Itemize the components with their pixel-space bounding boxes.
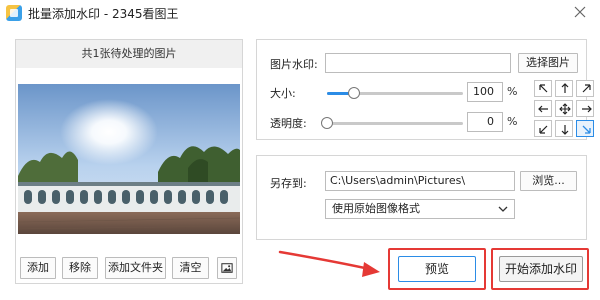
opacity-label: 透明度: [270, 117, 307, 130]
image-list-panel: 共1张待处理的图片 添加 移除 添加文件夹 清空 [15, 39, 243, 284]
chevron-down-icon [498, 206, 508, 212]
position-grid [534, 80, 598, 138]
image-list-toolbar: 添加 移除 添加文件夹 清空 [18, 257, 240, 279]
size-slider-handle[interactable] [348, 87, 361, 99]
remove-button[interactable]: 移除 [62, 257, 98, 279]
format-select[interactable]: 使用原始图像格式 [325, 199, 515, 219]
add-button[interactable]: 添加 [20, 257, 56, 279]
opacity-unit: % [507, 115, 518, 128]
add-folder-button[interactable]: 添加文件夹 [105, 257, 166, 279]
position-bottom-center[interactable] [555, 120, 573, 137]
clear-button[interactable]: 清空 [172, 257, 209, 279]
position-middle-left[interactable] [534, 100, 552, 117]
save-path-input[interactable]: C:\Users\admin\Pictures\ [325, 171, 515, 191]
title-bar: 批量添加水印 - 2345看图王 [0, 0, 600, 26]
size-unit: % [507, 85, 518, 98]
position-center[interactable] [555, 100, 573, 117]
preview-button[interactable]: 预览 [398, 256, 476, 282]
size-value-input[interactable]: 100 [467, 82, 503, 102]
save-to-label: 另存到: [270, 177, 307, 190]
view-image-button[interactable] [217, 257, 237, 279]
format-select-value: 使用原始图像格式 [332, 202, 420, 215]
start-watermark-button[interactable]: 开始添加水印 [499, 256, 583, 282]
image-icon [221, 263, 233, 273]
image-thumbnail[interactable] [18, 84, 240, 234]
thumbnail-image [18, 84, 240, 234]
opacity-slider-handle[interactable] [321, 117, 333, 129]
position-bottom-right[interactable] [576, 120, 594, 137]
watermark-image-label: 图片水印: [270, 58, 318, 71]
app-logo-icon [6, 5, 22, 21]
position-middle-right[interactable] [576, 100, 594, 117]
size-label: 大小: [270, 87, 296, 100]
image-count-label: 共1张待处理的图片 [16, 40, 242, 68]
annotation-arrow-icon [278, 250, 380, 277]
opacity-value-input[interactable]: 0 [467, 112, 503, 132]
window-title: 批量添加水印 - 2345看图王 [28, 7, 179, 21]
watermark-image-input[interactable] [325, 53, 511, 73]
position-top-left[interactable] [534, 80, 552, 97]
close-icon[interactable] [572, 4, 588, 20]
opacity-slider[interactable] [327, 122, 463, 125]
position-top-right[interactable] [576, 80, 594, 97]
position-top-center[interactable] [555, 80, 573, 97]
watermark-settings-panel: 图片水印: 选择图片 大小: 100 % 透明度: 0 % [256, 39, 594, 140]
choose-image-button[interactable]: 选择图片 [518, 53, 578, 73]
save-settings-panel: 另存到: C:\Users\admin\Pictures\ 浏览... 使用原始… [256, 155, 587, 240]
position-bottom-left[interactable] [534, 120, 552, 137]
browse-button[interactable]: 浏览... [520, 171, 577, 191]
